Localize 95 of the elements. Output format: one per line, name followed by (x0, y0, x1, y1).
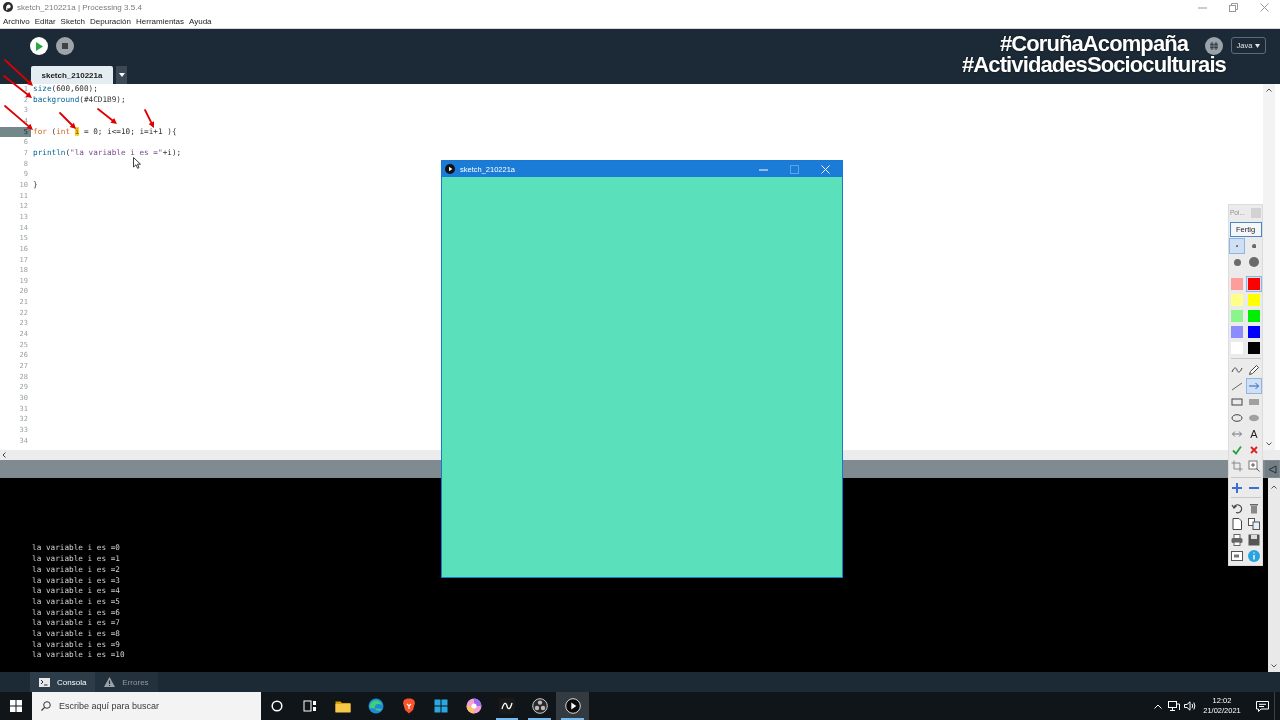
play-circle-icon (564, 698, 581, 714)
filled-ellipse-icon (1248, 412, 1260, 424)
dot-icon (1233, 258, 1241, 266)
ellipse-icon (1231, 412, 1243, 424)
zoom-in-icon (1248, 460, 1260, 472)
line-icon (1231, 380, 1243, 392)
search-bar[interactable]: Escribe aquí para buscar (32, 692, 261, 720)
mouse-pointer-icon (133, 157, 141, 169)
vertical-scrollbar[interactable] (1263, 84, 1275, 450)
menu-item[interactable]: Editar (34, 14, 56, 28)
annotation-arrow (97, 108, 117, 124)
palette-button[interactable] (1229, 548, 1245, 564)
pen-size-button[interactable] (1246, 254, 1262, 270)
menu-item[interactable]: Sketch (60, 14, 86, 28)
tiles-icon (434, 699, 449, 713)
wave-icon (1231, 364, 1243, 376)
bug-icon (1205, 37, 1223, 55)
menu-item[interactable]: Herramientas (136, 14, 184, 28)
search-field[interactable]: Escribe aquí para buscar (59, 699, 249, 713)
close-icon (1260, 2, 1269, 12)
taskbar-app-button[interactable] (556, 692, 589, 720)
warning-icon (104, 677, 116, 687)
annotation-arrow (59, 112, 76, 129)
caret-down-icon (1255, 43, 1261, 48)
editor-tab[interactable]: sketch_210221a (31, 66, 113, 84)
run-button[interactable] (30, 37, 48, 55)
chevron-down-icon (1266, 442, 1272, 446)
shield-icon (401, 698, 416, 714)
chevron-down-icon (1271, 664, 1277, 668)
chevron-up-icon (1271, 485, 1277, 489)
pencil-icon (1248, 364, 1260, 376)
filled-rectangle-icon (1248, 396, 1260, 408)
arrow-icon (1248, 380, 1260, 392)
terminal-icon (39, 677, 50, 687)
play-circle-icon (445, 164, 455, 174)
crop-icon (1231, 460, 1243, 472)
menu-item[interactable]: Ayuda (189, 14, 212, 28)
collapse-button[interactable] (1265, 461, 1279, 477)
palette-button[interactable] (1229, 480, 1245, 496)
overlay-caption: #CoruñaAcompaña (999, 33, 1189, 54)
folder-icon (335, 699, 351, 713)
notification-icon (1255, 700, 1269, 712)
printer-icon (1231, 534, 1243, 546)
play-icon (35, 41, 43, 51)
maximize-icon (790, 164, 799, 174)
menu-item[interactable]: Archivo (3, 14, 30, 28)
window-title: sketch_210221a | Processing 3.5.4 (17, 2, 142, 12)
stop-button[interactable] (56, 37, 74, 55)
picture-icon (1231, 550, 1243, 562)
page-icon (1231, 518, 1243, 530)
copy-icon (1248, 518, 1260, 530)
stop-icon (62, 43, 68, 49)
palette-button[interactable] (1246, 516, 1262, 532)
chevron-left-icon (2, 452, 6, 458)
annotation-arrow (144, 109, 154, 128)
swirl-icon (367, 698, 384, 714)
chevron-up-icon (1154, 703, 1162, 709)
palette-button[interactable] (1229, 516, 1245, 532)
tab-menu-button[interactable] (116, 66, 127, 84)
aperture-icon (531, 698, 548, 714)
double-arrow-icon (1231, 428, 1243, 440)
console-tab[interactable]: Consola (30, 672, 96, 692)
caret-down-icon (118, 73, 125, 77)
undo-icon (1231, 502, 1243, 514)
draw-tool-button[interactable]: A (1246, 426, 1262, 442)
dot-icon (1251, 243, 1257, 249)
menu-item[interactable]: Depuración (90, 14, 131, 28)
task-view-icon (303, 700, 318, 712)
vertical-scrollbar[interactable] (1268, 478, 1280, 672)
annotation-arrow (4, 105, 33, 130)
draw-tool-button[interactable] (1246, 362, 1262, 378)
chevron-up-icon (1266, 88, 1272, 92)
palette-button[interactable] (1246, 532, 1262, 548)
palette-button[interactable] (1229, 532, 1245, 548)
plus-icon (1231, 482, 1243, 494)
dot-icon (1235, 244, 1239, 248)
network-icon (1168, 701, 1180, 711)
console-tab[interactable]: Errores (95, 672, 158, 692)
triangle-left-icon (1267, 464, 1277, 474)
rectangle-icon (1231, 396, 1243, 408)
search-icon (41, 701, 51, 711)
app-icon (498, 698, 515, 714)
restore-icon (1229, 2, 1238, 12)
info-icon (1248, 550, 1260, 562)
check-icon (1231, 444, 1243, 456)
color-wheel-icon (466, 698, 483, 714)
trash-icon (1248, 502, 1260, 514)
close-icon (821, 164, 830, 174)
cross-icon (1248, 444, 1260, 456)
annotation-arrow (3, 75, 32, 98)
annotation-arrow (4, 59, 33, 86)
dot-icon (1249, 257, 1259, 267)
ring-icon (271, 700, 284, 712)
windows-logo-icon (10, 700, 22, 712)
speaker-icon (1184, 701, 1196, 711)
